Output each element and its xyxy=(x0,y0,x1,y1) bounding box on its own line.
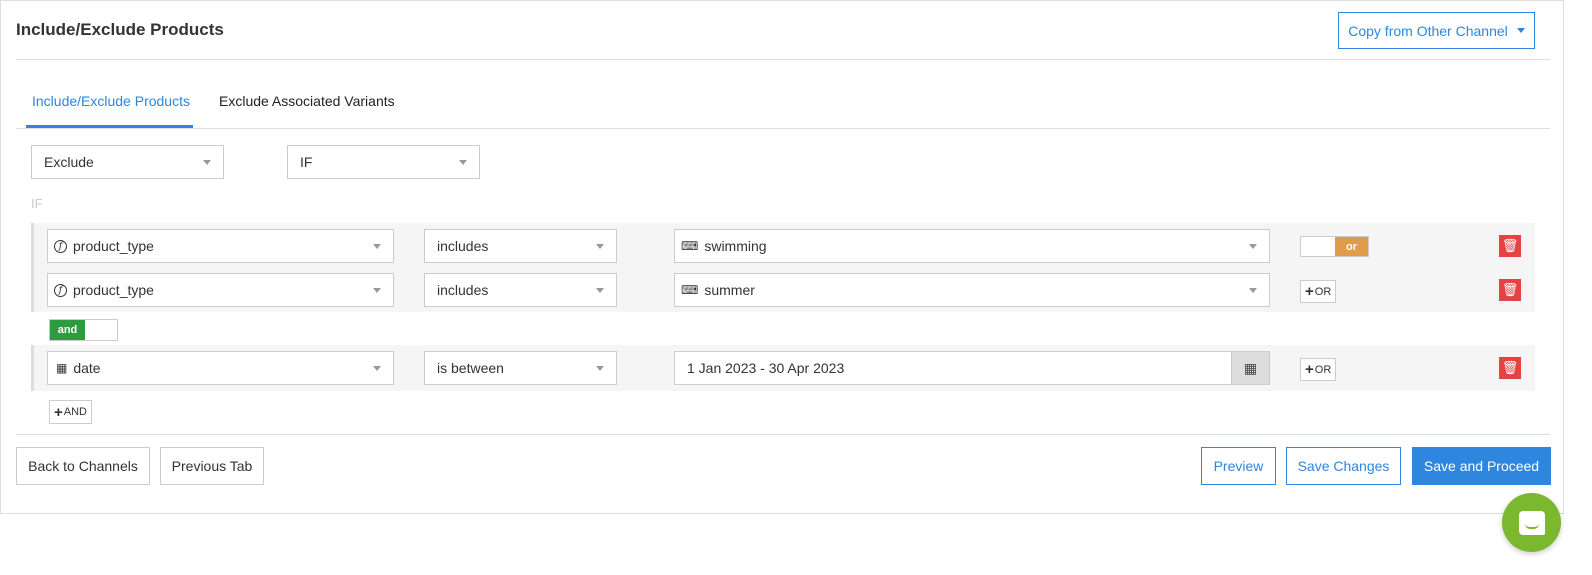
divider xyxy=(16,59,1550,60)
chat-widget-button[interactable] xyxy=(1502,493,1561,552)
operator-select[interactable]: is between xyxy=(424,351,617,385)
calendar-icon: ▦ xyxy=(56,361,68,375)
calendar-picker-button[interactable]: ▦ xyxy=(1231,352,1269,384)
trash-icon: 🗑 xyxy=(1501,282,1519,297)
if-label: IF xyxy=(31,196,43,211)
date-range-input[interactable]: 1 Jan 2023 - 30 Apr 2023 ▦ xyxy=(674,351,1270,385)
date-range-value: 1 Jan 2023 - 30 Apr 2023 xyxy=(687,360,845,376)
calendar-icon: ▦ xyxy=(1243,359,1258,376)
back-to-channels-button[interactable]: Back to Channels xyxy=(16,447,150,485)
field-value: date xyxy=(73,360,101,376)
previous-tab-button[interactable]: Previous Tab xyxy=(160,447,264,485)
divider xyxy=(16,128,1550,129)
caret-down-icon xyxy=(373,366,381,371)
page-title: Include/Exclude Products xyxy=(16,20,224,39)
caret-down-icon xyxy=(203,160,211,165)
add-and-button[interactable]: + AND xyxy=(49,400,92,424)
value-select[interactable]: ⌨ summer xyxy=(674,273,1270,307)
delete-button[interactable]: 🗑 xyxy=(1499,357,1521,379)
tab-include-exclude-products[interactable]: Include/Exclude Products xyxy=(32,93,190,109)
value-text: swimming xyxy=(704,238,767,254)
caret-down-icon xyxy=(596,366,604,371)
caret-down-icon xyxy=(1249,244,1257,249)
caret-down-icon xyxy=(1249,288,1257,293)
operator-select[interactable]: includes xyxy=(424,229,617,263)
add-or-label: OR xyxy=(1314,363,1332,376)
tab-exclude-associated-variants[interactable]: Exclude Associated Variants xyxy=(219,93,395,109)
field-select[interactable]: ▦ date xyxy=(47,351,394,385)
chat-icon xyxy=(1518,510,1545,535)
trash-icon: 🗑 xyxy=(1501,238,1519,253)
copy-button-label: Copy from Other Channel xyxy=(1348,22,1508,39)
operator-value: is between xyxy=(437,360,504,376)
keyboard-icon: ⌨ xyxy=(681,283,699,297)
keyboard-icon: ⌨ xyxy=(681,239,699,253)
operator-value: includes xyxy=(437,282,489,298)
add-or-button[interactable]: + OR xyxy=(1300,280,1337,303)
save-and-proceed-button[interactable]: Save and Proceed xyxy=(1412,447,1551,485)
plus-icon: + xyxy=(1305,283,1314,300)
plus-icon: + xyxy=(1305,361,1314,378)
add-and-label: AND xyxy=(63,406,87,418)
mode-select[interactable]: Exclude xyxy=(31,145,224,179)
delete-button[interactable]: 🗑 xyxy=(1499,235,1521,257)
or-toggle-label: or xyxy=(1335,237,1368,256)
preview-button[interactable]: Preview xyxy=(1201,447,1276,485)
value-text: summer xyxy=(704,282,755,298)
field-value: product_type xyxy=(73,282,154,298)
caret-down-icon xyxy=(596,288,604,293)
delete-button[interactable]: 🗑 xyxy=(1499,279,1521,301)
add-or-label: OR xyxy=(1314,285,1332,298)
operator-value: includes xyxy=(437,238,489,254)
plus-icon: + xyxy=(54,403,63,421)
caret-down-icon xyxy=(373,244,381,249)
trash-icon: 🗑 xyxy=(1501,360,1519,375)
field-select[interactable]: f product_type xyxy=(47,229,394,263)
field-value: product_type xyxy=(73,238,154,254)
mode-value: Exclude xyxy=(44,154,94,170)
condition-value: IF xyxy=(300,154,313,170)
caret-down-icon xyxy=(596,244,604,249)
caret-down-icon xyxy=(373,288,381,293)
field-select[interactable]: f product_type xyxy=(47,273,394,307)
caret-down-icon xyxy=(1516,28,1525,33)
operator-select[interactable]: includes xyxy=(424,273,617,307)
value-select[interactable]: ⌨ swimming xyxy=(674,229,1270,263)
caret-down-icon xyxy=(459,160,467,165)
or-toggle[interactable]: or xyxy=(1300,236,1369,257)
copy-from-other-channel-button[interactable]: Copy from Other Channel xyxy=(1338,12,1535,49)
add-or-button[interactable]: + OR xyxy=(1300,358,1337,381)
save-changes-button[interactable]: Save Changes xyxy=(1286,447,1401,485)
divider xyxy=(16,434,1550,435)
condition-select[interactable]: IF xyxy=(287,145,480,179)
function-icon: f xyxy=(54,239,67,253)
and-toggle[interactable]: and xyxy=(49,319,118,341)
function-icon: f xyxy=(54,283,67,297)
and-toggle-label: and xyxy=(50,320,85,340)
